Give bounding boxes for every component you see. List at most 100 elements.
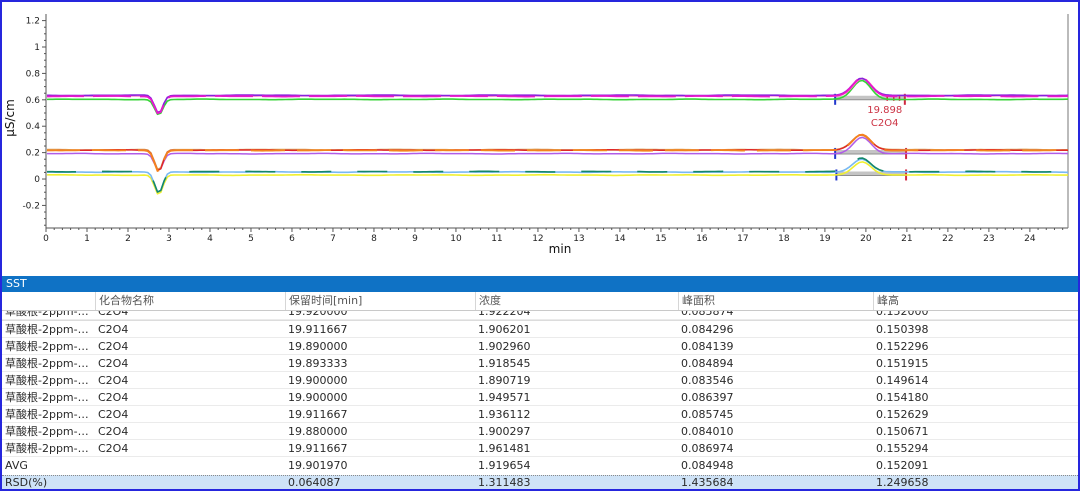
sst-table-header-row-cell: 浓度 — [475, 292, 678, 310]
sst-table-row[interactable]: 草酸根-2ppm-重复...C2O419.9000001.9495710.086… — [2, 389, 1078, 406]
sst-table-row-cell: 0.154180 — [873, 389, 1078, 405]
sst-clipped-row-content-cell: 1.922204 — [475, 311, 678, 319]
y-tick-label: 1 — [34, 43, 40, 53]
sst-table-header-row-cell: 保留时间[min] — [285, 292, 475, 310]
sst-avg-row-cell: 0.152091 — [873, 457, 1078, 475]
x-tick-label: 11 — [491, 234, 502, 244]
sst-table-header-row-cell: 化合物名称 — [95, 292, 285, 310]
trace-red — [46, 135, 1069, 171]
sst-table-row[interactable]: 草酸根-2ppm-重复...C2O419.9000001.8907190.083… — [2, 372, 1078, 389]
trace-magenta — [46, 78, 1069, 113]
x-tick-label: 5 — [248, 234, 254, 244]
sst-clipped-row-content-cell: C2O4 — [95, 311, 285, 319]
x-tick-label: 14 — [614, 234, 626, 244]
sst-table-row-cell: 0.084894 — [678, 355, 873, 371]
sst-rsd-row-cell: RSD(%) — [2, 476, 95, 490]
sst-table-clipped-row[interactable]: 草酸根-2ppm-重复...C2O419.9200001.9222040.085… — [2, 311, 1078, 321]
chromatogram-panel: -0.200.20.40.60.811.20123456789101112131… — [2, 2, 1078, 276]
sst-table-row-cell: 草酸根-2ppm-重复... — [2, 389, 95, 405]
peak-compound-label: C2O4 — [871, 118, 899, 129]
sst-table-row-cell: 0.152629 — [873, 406, 1078, 422]
sst-table-row-cell: C2O4 — [95, 321, 285, 337]
sst-rsd-row-cell: 1.249658 — [873, 476, 1078, 490]
sst-table-row-cell: 0.152296 — [873, 338, 1078, 354]
y-tick-label: 0.2 — [26, 149, 40, 159]
sst-avg-row-cell: 0.084948 — [678, 457, 873, 475]
sst-table-row[interactable]: 草酸根-2ppm-重复...C2O419.9116671.9614810.086… — [2, 440, 1078, 457]
sst-avg-row[interactable]: AVG19.9019701.9196540.0849480.152091 — [2, 457, 1078, 475]
sst-table-row-cell: C2O4 — [95, 372, 285, 388]
sst-rsd-row[interactable]: RSD(%)0.0640871.3114831.4356841.249658 — [2, 475, 1078, 490]
sst-table-row-cell: 0.086974 — [678, 440, 873, 456]
sst-table-row-cell: 草酸根-2ppm-重复... — [2, 406, 95, 422]
sst-table-row[interactable]: 草酸根-2ppm-重复...C2O419.8933331.9185450.084… — [2, 355, 1078, 372]
sst-table-row-cell: 草酸根-2ppm-重复... — [2, 372, 95, 388]
sst-panel-titlebar[interactable]: SST — [2, 276, 1078, 292]
sst-table-row-cell: 1.890719 — [475, 372, 678, 388]
sst-table-row-cell: 0.149614 — [873, 372, 1078, 388]
x-tick-label: 9 — [412, 234, 418, 244]
sst-panel-title: SST — [6, 277, 27, 290]
sst-table-row-cell: 1.902960 — [475, 338, 678, 354]
sst-avg-row-cell: 1.919654 — [475, 457, 678, 475]
x-tick-label: 4 — [207, 234, 213, 244]
chromatogram-chart[interactable]: -0.200.20.40.60.811.20123456789101112131… — [2, 2, 1078, 276]
sst-clipped-row-content-cell: 草酸根-2ppm-重复... — [2, 311, 95, 319]
sst-table-row-cell: 草酸根-2ppm-重复... — [2, 321, 95, 337]
x-tick-label: 3 — [166, 234, 172, 244]
sst-table-row-cell: 19.911667 — [285, 321, 475, 337]
sst-table-row[interactable]: 草酸根-2ppm-重复...C2O419.9116671.9361120.085… — [2, 406, 1078, 423]
sst-table-header-row-cell: 峰高 — [873, 292, 1078, 310]
sst-table-row-cell: 1.949571 — [475, 389, 678, 405]
x-axis-unit-label: min — [549, 242, 572, 256]
sst-table-row-cell: 0.150398 — [873, 321, 1078, 337]
sst-rsd-row-cell: 0.064087 — [285, 476, 475, 490]
sst-table-row[interactable]: 草酸根-2ppm-重复...C2O419.8900001.9029600.084… — [2, 338, 1078, 355]
sst-table-row[interactable]: 草酸根-2ppm-重复...C2O419.9116671.9062010.084… — [2, 321, 1078, 338]
sst-clipped-row-content-cell: 0.152000 — [873, 311, 1078, 319]
x-tick-label: 22 — [942, 234, 953, 244]
y-tick-label: 0.8 — [26, 69, 41, 79]
sst-avg-row-cell — [95, 457, 285, 475]
sst-rsd-row-cell: 1.311483 — [475, 476, 678, 490]
x-tick-label: 6 — [289, 234, 295, 244]
sst-table-row-cell: 1.961481 — [475, 440, 678, 456]
y-tick-label: -0.2 — [22, 201, 40, 211]
sst-table-row-cell: 0.084296 — [678, 321, 873, 337]
sst-table-row-cell: 0.151915 — [873, 355, 1078, 371]
sst-table-row-cell: 1.906201 — [475, 321, 678, 337]
sst-table-row-cell: 1.936112 — [475, 406, 678, 422]
sst-table-header-row-cell — [2, 292, 95, 310]
sst-table-row-cell: C2O4 — [95, 440, 285, 456]
x-tick-label: 12 — [532, 234, 543, 244]
sst-results-table: 化合物名称保留时间[min]浓度峰面积峰高草酸根-2ppm-重复...C2O41… — [2, 292, 1078, 490]
sst-table-header-row[interactable]: 化合物名称保留时间[min]浓度峰面积峰高 — [2, 292, 1078, 311]
x-tick-label: 10 — [450, 234, 462, 244]
sst-table-row-cell: 0.084010 — [678, 423, 873, 439]
x-tick-label: 21 — [901, 234, 912, 244]
x-tick-label: 23 — [983, 234, 994, 244]
y-tick-label: 0.4 — [26, 122, 41, 132]
sst-table-row-cell: 19.900000 — [285, 389, 475, 405]
sst-clipped-row-content-cell: 19.920000 — [285, 311, 475, 319]
sst-table-row-cell: 0.155294 — [873, 440, 1078, 456]
sst-table-row[interactable]: 草酸根-2ppm-重复...C2O419.8800001.9002970.084… — [2, 423, 1078, 440]
x-tick-label: 18 — [778, 234, 790, 244]
sst-table-row-cell: 草酸根-2ppm-重复... — [2, 338, 95, 354]
sst-table-row-cell: 1.918545 — [475, 355, 678, 371]
sst-avg-row-cell: AVG — [2, 457, 95, 475]
sst-table-row-cell: 0.150671 — [873, 423, 1078, 439]
sst-table-row-cell: 0.086397 — [678, 389, 873, 405]
y-tick-label: 0.6 — [26, 96, 41, 106]
sst-table-row-cell: 0.084139 — [678, 338, 873, 354]
sst-table-row-cell: 草酸根-2ppm-重复... — [2, 440, 95, 456]
y-tick-label: 1.2 — [26, 17, 40, 27]
x-tick-label: 19 — [819, 234, 831, 244]
x-tick-label: 1 — [84, 234, 90, 244]
x-tick-label: 16 — [696, 234, 708, 244]
x-tick-label: 7 — [330, 234, 336, 244]
sst-rsd-row-cell — [95, 476, 285, 490]
peak-retention-label: 19.898 — [867, 105, 902, 116]
trace-yellow — [46, 162, 1069, 194]
sst-table-row-cell: 0.083546 — [678, 372, 873, 388]
